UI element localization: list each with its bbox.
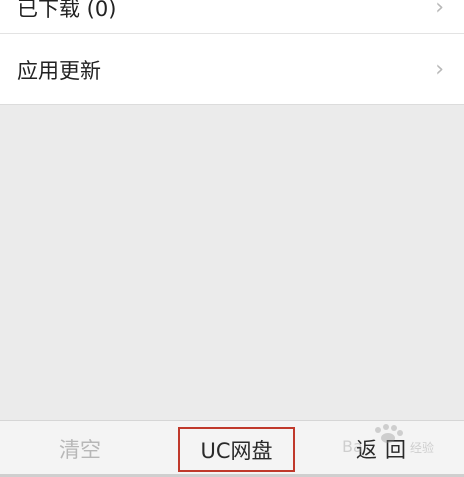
chevron-right-icon: ›	[435, 0, 444, 20]
download-manager-screen: 已下载 (0) › 应用更新 › 清空 UC网盘 返回 Ba 经验	[0, 0, 464, 477]
list-item-label: 已下载 (0)	[17, 0, 117, 21]
list-item-app-updates[interactable]: 应用更新 ›	[0, 35, 464, 105]
back-button[interactable]: 返回	[330, 421, 440, 477]
bottom-toolbar: 清空 UC网盘 返回	[0, 420, 464, 477]
list-item-downloaded[interactable]: 已下载 (0) ›	[0, 0, 464, 34]
settings-list: 已下载 (0) › 应用更新 ›	[0, 0, 464, 105]
chevron-right-icon: ›	[435, 57, 444, 82]
list-item-label: 应用更新	[17, 59, 101, 83]
clear-button[interactable]: 清空	[30, 421, 130, 477]
uc-cloud-disk-button[interactable]: UC网盘	[178, 427, 295, 472]
list-divider	[0, 104, 464, 105]
